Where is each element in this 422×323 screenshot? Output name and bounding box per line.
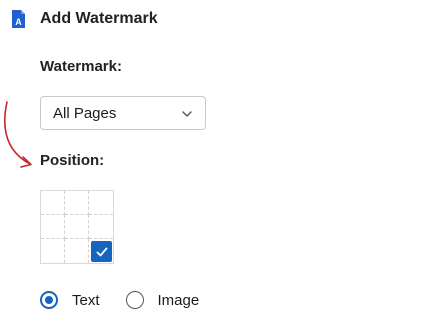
add-watermark-panel: A Add Watermark Watermark: All Pages Pos… [0,0,422,323]
dropdown-selected-value: All Pages [53,104,117,122]
position-cell-bottom-left[interactable] [41,239,65,263]
watermark-label: Watermark: [40,58,122,75]
position-label: Position: [40,152,105,169]
radio-button-image[interactable] [125,291,144,309]
app-document-icon: A [10,9,26,29]
position-grid [40,190,114,264]
radio-option-image[interactable]: Image [125,291,200,309]
checkmark-icon [91,241,112,262]
content-type-radio-group: Text Image [40,291,225,309]
position-cell-middle-right[interactable] [89,215,113,239]
svg-text:A: A [15,17,22,27]
position-cell-bottom-right[interactable] [89,239,113,263]
panel-title: Add Watermark [40,10,158,27]
radio-option-text[interactable]: Text [40,291,100,309]
position-cell-center[interactable] [65,215,89,239]
position-cell-top-center[interactable] [65,191,89,215]
panel-header: A Add Watermark [10,8,158,30]
position-cell-top-left[interactable] [41,191,65,215]
radio-button-text[interactable] [40,291,58,309]
radio-label-text: Text [72,291,100,309]
chevron-down-icon [181,107,193,119]
watermark-pages-dropdown[interactable]: All Pages [40,96,206,130]
position-cell-middle-left[interactable] [41,215,65,239]
position-cell-bottom-center[interactable] [65,239,89,263]
position-cell-top-right[interactable] [89,191,113,215]
annotation-arrow-icon [4,101,32,168]
radio-label-image: Image [157,291,200,309]
